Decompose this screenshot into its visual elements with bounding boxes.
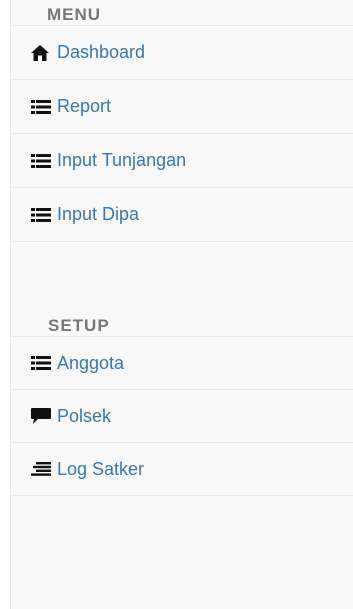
list-icon: [31, 206, 54, 224]
sidebar-item-label: Input Tunjangan: [57, 150, 187, 170]
menu-section-title: MENU: [11, 0, 353, 26]
sidebar: MENU Dashboard Report Input Tunjangan In…: [10, 0, 353, 609]
sidebar-item-label: Log Satker: [57, 458, 145, 479]
sidebar-item-label: Dashboard: [57, 42, 146, 62]
home-icon: [31, 44, 54, 62]
sidebar-item-label: Anggota: [57, 352, 125, 373]
sidebar-item-label: Polsek: [57, 405, 112, 426]
align-right-icon: [31, 460, 54, 478]
sidebar-item-input-tunjangan[interactable]: Input Tunjangan: [11, 134, 353, 188]
sidebar-item-dashboard[interactable]: Dashboard: [11, 26, 353, 80]
sidebar-item-log-satker[interactable]: Log Satker: [11, 443, 353, 496]
sidebar-item-label: Input Dipa: [57, 204, 140, 224]
list-icon: [31, 354, 54, 372]
sidebar-item-label: Report: [57, 96, 112, 116]
sidebar-item-anggota[interactable]: Anggota: [11, 337, 353, 390]
list-icon: [31, 98, 54, 116]
sidebar-item-input-dipa[interactable]: Input Dipa: [11, 188, 353, 242]
setup-section-title: SETUP: [11, 304, 353, 337]
comment-icon: [31, 407, 54, 425]
list-icon: [31, 152, 54, 170]
sidebar-item-report[interactable]: Report: [11, 80, 353, 134]
sidebar-item-polsek[interactable]: Polsek: [11, 390, 353, 443]
